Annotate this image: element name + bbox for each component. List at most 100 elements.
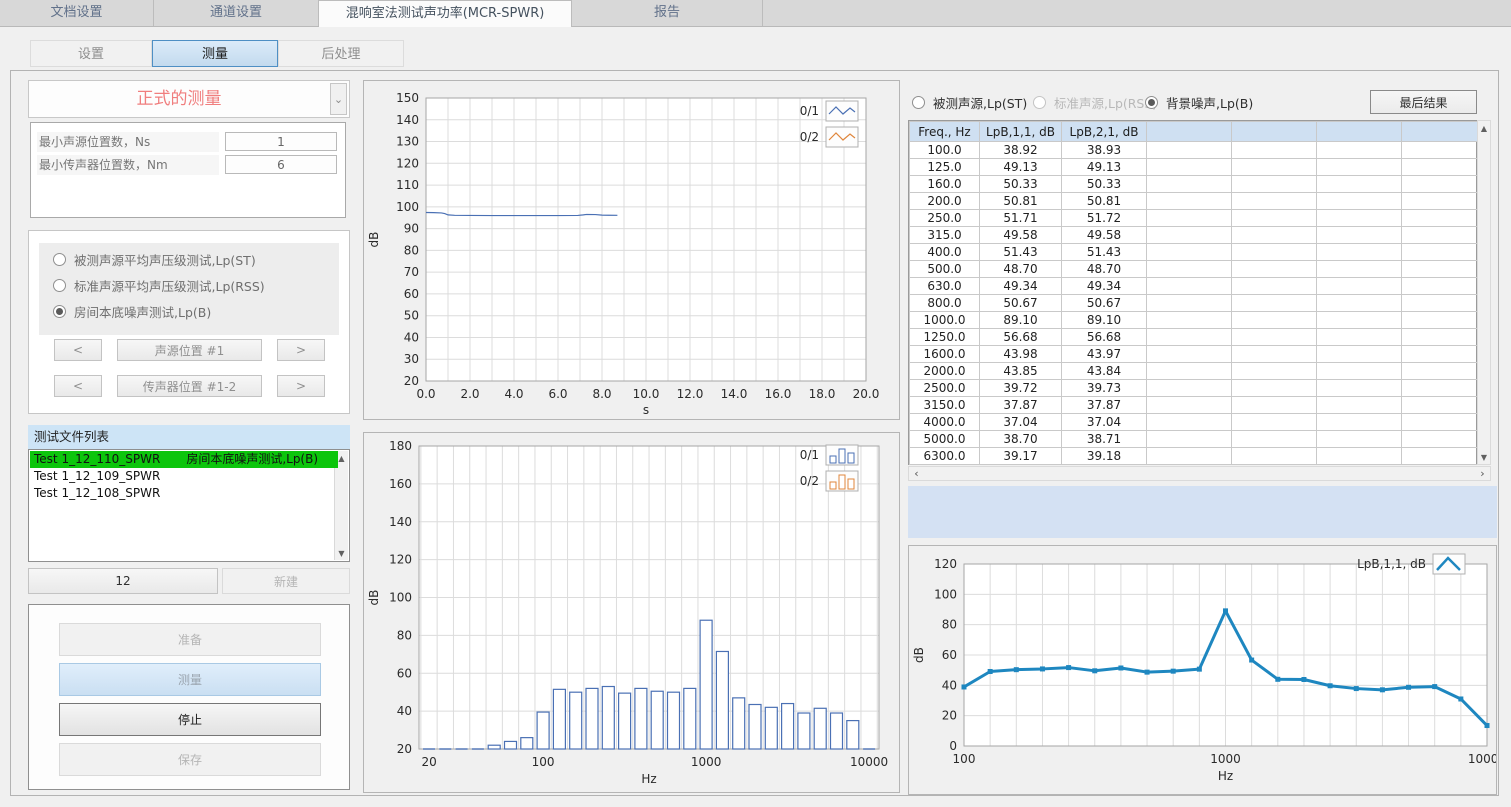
prepare-button[interactable]: 准备 xyxy=(59,623,321,656)
radio-icon[interactable] xyxy=(53,279,66,292)
file-name: Test 1_12_109_SPWR xyxy=(34,469,160,483)
scroll-down-icon[interactable]: ▼ xyxy=(335,546,348,560)
result-view-options: 被测声源,Lp(ST) 标准声源,Lp(RSS)背景噪声,Lp(B) xyxy=(905,88,1365,114)
table-row[interactable]: 1600.043.9843.97 xyxy=(910,346,1484,363)
mic-position-next-button[interactable]: > xyxy=(277,375,325,397)
file-list-item[interactable]: Test 1_12_108_SPWR xyxy=(30,485,338,502)
tab-1[interactable]: 文档设置 xyxy=(0,0,154,26)
chevron-down-icon[interactable]: ⌄ xyxy=(330,83,347,115)
tab-2[interactable]: 通道设置 xyxy=(154,0,319,26)
final-result-button[interactable]: 最后结果 xyxy=(1370,90,1477,114)
svg-text:80: 80 xyxy=(404,243,419,257)
table-cell: 48.70 xyxy=(980,261,1062,278)
source-position-next-button[interactable]: > xyxy=(277,339,325,361)
table-row[interactable]: 250.051.7151.72 xyxy=(910,210,1484,227)
table-row[interactable]: 1250.056.6856.68 xyxy=(910,329,1484,346)
min-source-positions-label: 最小声源位置数，Ns xyxy=(37,132,219,152)
table-cell: 160.0 xyxy=(910,176,980,193)
table-row[interactable]: 2000.043.8543.84 xyxy=(910,363,1484,380)
table-row[interactable]: 500.048.7048.70 xyxy=(910,261,1484,278)
table-row[interactable]: 1000.089.1089.10 xyxy=(910,312,1484,329)
svg-text:10.0: 10.0 xyxy=(633,387,660,401)
measure-button[interactable]: 测量 xyxy=(59,663,321,696)
table-cell xyxy=(1317,227,1402,244)
file-list-item[interactable]: Test 1_12_109_SPWR xyxy=(30,468,338,485)
measurement-mode-dropdown[interactable]: 正式的测量 ⌄ xyxy=(28,80,350,118)
table-row[interactable]: 160.050.3350.33 xyxy=(910,176,1484,193)
table-horizontal-scrollbar[interactable]: ‹ › xyxy=(908,466,1491,481)
table-row[interactable]: 800.050.6750.67 xyxy=(910,295,1484,312)
table-cell xyxy=(1402,278,1484,295)
table-row[interactable]: 200.050.8150.81 xyxy=(910,193,1484,210)
table-cell xyxy=(1232,244,1317,261)
table-cell: 43.85 xyxy=(980,363,1062,380)
radio-icon[interactable] xyxy=(53,305,66,318)
scroll-down-icon[interactable]: ▼ xyxy=(1478,450,1490,464)
table-cell xyxy=(1402,142,1484,159)
svg-text:100: 100 xyxy=(953,752,976,766)
mic-position-button[interactable]: 传声器位置 #1-2 xyxy=(117,375,262,397)
svg-text:dB: dB xyxy=(367,590,381,606)
table-vertical-scrollbar[interactable]: ▲ ▼ xyxy=(1477,120,1491,465)
subtab-2[interactable]: 测量 xyxy=(152,40,278,67)
table-row[interactable]: 6300.039.1739.18 xyxy=(910,448,1484,465)
svg-text:30: 30 xyxy=(404,352,419,366)
scroll-left-icon[interactable]: ‹ xyxy=(909,467,924,480)
tab-3[interactable]: 混响室法测试声功率(MCR-SPWR) xyxy=(319,0,572,27)
table-cell: 39.18 xyxy=(1062,448,1147,465)
table-cell xyxy=(1232,176,1317,193)
table-row[interactable]: 400.051.4351.43 xyxy=(910,244,1484,261)
table-row[interactable]: 125.049.1349.13 xyxy=(910,159,1484,176)
table-cell xyxy=(1402,448,1484,465)
save-button[interactable]: 保存 xyxy=(59,743,321,776)
table-header-cell: Freq., Hz xyxy=(910,122,980,142)
table-cell xyxy=(1147,448,1232,465)
test-type-option-2[interactable]: 标准声源平均声压级测试,Lp(RSS) xyxy=(53,277,265,293)
file-list-item[interactable]: Test 1_12_110_SPWR房间本底噪声测试,Lp(B) xyxy=(30,451,338,468)
source-position-prev-button[interactable]: < xyxy=(54,339,102,361)
scroll-right-icon[interactable]: › xyxy=(1475,467,1490,480)
svg-text:s: s xyxy=(643,403,649,417)
min-source-positions-input[interactable]: 1 xyxy=(225,132,337,151)
file-count-button[interactable]: 12 xyxy=(28,568,218,594)
table-header-row: Freq., HzLpB,1,1, dBLpB,2,1, dB xyxy=(910,122,1484,142)
app-window: 文档设置通道设置混响室法测试声功率(MCR-SPWR)报告 设置测量后处理 正式… xyxy=(0,0,1511,807)
table-row[interactable]: 2500.039.7239.73 xyxy=(910,380,1484,397)
table-cell xyxy=(1147,159,1232,176)
new-file-button[interactable]: 新建 xyxy=(222,568,350,594)
radio-icon[interactable] xyxy=(912,96,925,109)
table-cell: 51.71 xyxy=(980,210,1062,227)
view-option-3[interactable]: 背景噪声,Lp(B) xyxy=(1145,94,1253,110)
table-row[interactable]: 630.049.3449.34 xyxy=(910,278,1484,295)
min-microphone-positions-input[interactable]: 6 xyxy=(225,155,337,174)
tab-4[interactable]: 报告 xyxy=(572,0,763,26)
subtab-3[interactable]: 后处理 xyxy=(278,40,404,67)
view-option-label: 被测声源,Lp(ST) xyxy=(933,93,1027,112)
view-option-1[interactable]: 被测声源,Lp(ST) xyxy=(912,94,1027,110)
subtab-1[interactable]: 设置 xyxy=(30,40,152,67)
scroll-up-icon[interactable]: ▲ xyxy=(1478,121,1490,135)
radio-icon[interactable] xyxy=(1145,96,1158,109)
table-cell: 39.17 xyxy=(980,448,1062,465)
table-row[interactable]: 100.038.9238.93 xyxy=(910,142,1484,159)
mic-position-prev-button[interactable]: < xyxy=(54,375,102,397)
table-cell xyxy=(1232,227,1317,244)
table-cell: 200.0 xyxy=(910,193,980,210)
table-row[interactable]: 4000.037.0437.04 xyxy=(910,414,1484,431)
svg-text:140: 140 xyxy=(396,113,419,127)
table-row[interactable]: 3150.037.8737.87 xyxy=(910,397,1484,414)
source-position-button[interactable]: 声源位置 #1 xyxy=(117,339,262,361)
table-row[interactable]: 315.049.5849.58 xyxy=(910,227,1484,244)
view-option-2[interactable]: 标准声源,Lp(RSS) xyxy=(1033,94,1157,110)
table-cell xyxy=(1317,142,1402,159)
result-table: Freq., HzLpB,1,1, dBLpB,2,1, dB100.038.9… xyxy=(908,120,1477,465)
test-type-option-3[interactable]: 房间本底噪声测试,Lp(B) xyxy=(53,303,211,319)
table-cell xyxy=(1317,380,1402,397)
table-cell xyxy=(1232,312,1317,329)
radio-icon[interactable] xyxy=(53,253,66,266)
test-type-option-1[interactable]: 被测声源平均声压级测试,Lp(ST) xyxy=(53,251,256,267)
radio-icon[interactable] xyxy=(1033,96,1046,109)
table-cell xyxy=(1232,278,1317,295)
stop-button[interactable]: 停止 xyxy=(59,703,321,736)
table-row[interactable]: 5000.038.7038.71 xyxy=(910,431,1484,448)
